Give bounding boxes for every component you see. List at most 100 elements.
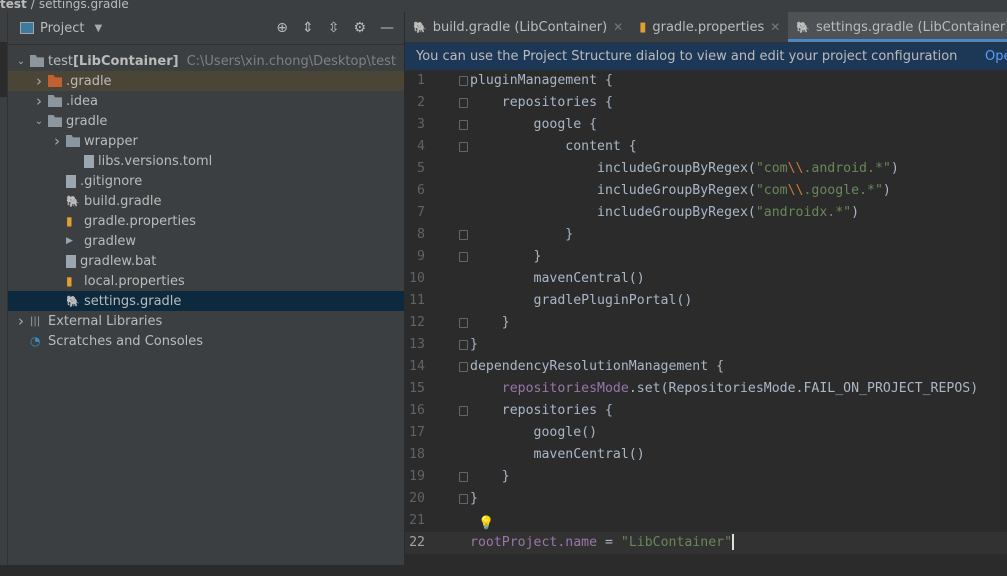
folder-icon	[48, 115, 62, 127]
fold-marker-icon[interactable]	[459, 230, 468, 240]
fold-marker-icon[interactable]	[459, 494, 468, 504]
line-number: 13	[409, 337, 425, 352]
code-text: }	[470, 315, 510, 330]
tree-item[interactable]: gradlew.bat	[8, 251, 404, 271]
banner-text: You can use the Project Structure dialog…	[416, 49, 958, 64]
minimize-icon[interactable]: —	[380, 20, 394, 36]
fold-marker-icon[interactable]	[459, 76, 468, 86]
line-number: 12	[409, 315, 425, 330]
code-text: content {	[470, 139, 637, 154]
tree-item[interactable]: 🐘 build.gradle	[8, 191, 404, 211]
code-text: mavenCentral()	[470, 447, 645, 462]
tree-item[interactable]: ▮ local.properties	[8, 271, 404, 291]
project-tool-button[interactable]	[0, 42, 7, 97]
tab-label: settings.gradle (LibContainer)	[816, 19, 1007, 35]
tree-item[interactable]: › ||| External Libraries	[8, 311, 404, 331]
tree-item[interactable]: › wrapper	[8, 131, 404, 151]
fold-marker-icon[interactable]	[459, 340, 468, 350]
chevron-down-icon[interactable]: ▼	[94, 23, 102, 34]
script-icon: ▶	[66, 236, 73, 246]
breadcrumb-file[interactable]: settings.gradle	[39, 0, 129, 11]
code-editor[interactable]: 1 pluginManagement {2 repositories {3 goo…	[405, 70, 1007, 565]
line-number: 6	[417, 183, 425, 198]
editor-tab[interactable]: 🐘settings.gradle (LibContainer)✕	[788, 12, 1007, 42]
expand-all-icon[interactable]: ⇕	[302, 20, 314, 36]
code-line: 18 mavenCentral()	[405, 444, 1007, 466]
line-number: 2	[417, 95, 425, 110]
line-number: 9	[417, 249, 425, 264]
tree-item[interactable]: ◔ Scratches and Consoles	[8, 331, 404, 351]
breadcrumb-project[interactable]: test	[0, 0, 27, 11]
code-line: 20}	[405, 488, 1007, 510]
code-text: google {	[470, 117, 598, 132]
project-view-selector[interactable]: Project	[40, 21, 84, 36]
chevron-icon[interactable]: ›	[32, 72, 46, 90]
close-icon[interactable]: ✕	[613, 20, 623, 34]
code-text: includeGroupByRegex("com\\.android.*")	[470, 161, 899, 176]
tree-item[interactable]: ▮ gradle.properties	[8, 211, 404, 231]
tab-label: gradle.properties	[652, 19, 765, 35]
tree-item-label: local.properties	[84, 273, 185, 289]
chevron-icon[interactable]: ›	[32, 92, 46, 110]
fold-marker-icon[interactable]	[459, 120, 468, 130]
code-line: 5 includeGroupByRegex("com\\.android.*")	[405, 158, 1007, 180]
chevron-icon[interactable]: ⌄	[32, 116, 46, 127]
tool-window-stripe	[0, 12, 8, 565]
line-number: 8	[417, 227, 425, 242]
line-number: 21	[409, 513, 425, 528]
tab-label: build.gradle (LibContainer)	[432, 19, 608, 35]
banner-open-link[interactable]: Ope	[985, 43, 1007, 70]
editor-tab[interactable]: ▮ gradle.properties ✕	[631, 12, 788, 42]
tree-item[interactable]: ▶ gradlew	[8, 231, 404, 251]
line-number: 7	[417, 205, 425, 220]
fold-marker-icon[interactable]	[459, 318, 468, 328]
properties-icon: ▮	[66, 274, 73, 288]
code-line: 4 content {	[405, 136, 1007, 158]
tree-item[interactable]: 🐘 settings.gradle	[8, 291, 404, 311]
tree-item[interactable]: libs.versions.toml	[8, 151, 404, 171]
chevron-icon[interactable]: ›	[50, 132, 64, 150]
tree-item-label: test	[48, 53, 73, 69]
editor-tab[interactable]: 🐘 build.gradle (LibContainer) ✕	[405, 12, 631, 42]
line-number: 20	[409, 491, 425, 506]
tree-item[interactable]: .gitignore	[8, 171, 404, 191]
code-text: google()	[470, 425, 598, 440]
code-text: }	[470, 227, 574, 242]
chevron-icon[interactable]: ›	[14, 312, 28, 330]
tree-item[interactable]: › .gradle	[8, 71, 404, 91]
tree-item-label: .idea	[66, 93, 98, 109]
file-icon	[66, 174, 76, 188]
folder-icon	[48, 95, 62, 107]
code-text: includeGroupByRegex("androidx.*")	[470, 205, 860, 220]
code-line: 10 mavenCentral()	[405, 268, 1007, 290]
close-icon[interactable]: ✕	[770, 20, 780, 34]
fold-marker-icon[interactable]	[459, 98, 468, 108]
line-number: 11	[409, 293, 425, 308]
fold-marker-icon[interactable]	[459, 142, 468, 152]
line-number: 10	[409, 271, 425, 286]
gradle-elephant-icon: 🐘	[66, 194, 80, 208]
tree-item[interactable]: › .idea	[8, 91, 404, 111]
code-text: }	[470, 249, 542, 264]
fold-marker-icon[interactable]	[459, 362, 468, 372]
gear-icon[interactable]: ⚙	[353, 20, 366, 36]
locate-icon[interactable]: ⊕	[276, 20, 288, 36]
fold-marker-icon[interactable]	[459, 472, 468, 482]
editor-tabs: 🐘 build.gradle (LibContainer) ✕ ▮ gradle.pro…	[405, 12, 1007, 43]
code-line: 17 google()	[405, 422, 1007, 444]
collapse-all-icon[interactable]: ⇳	[328, 20, 340, 36]
tree-item-label: External Libraries	[48, 313, 163, 329]
fold-marker-icon[interactable]	[459, 406, 468, 416]
line-number: 22	[409, 535, 425, 550]
tree-item-label: gradlew.bat	[80, 253, 157, 269]
tree-item[interactable]: ⌄ test [LibContainer] C:\Users\xin.chong\D…	[8, 51, 404, 71]
line-number: 16	[409, 403, 425, 418]
file-icon	[84, 154, 94, 168]
fold-marker-icon[interactable]	[459, 252, 468, 262]
tree-item[interactable]: ⌄ gradle	[8, 111, 404, 131]
tree-item-label: Scratches and Consoles	[48, 333, 204, 349]
line-number: 18	[409, 447, 425, 462]
line-number: 5	[417, 161, 425, 176]
chevron-icon[interactable]: ⌄	[14, 56, 28, 67]
